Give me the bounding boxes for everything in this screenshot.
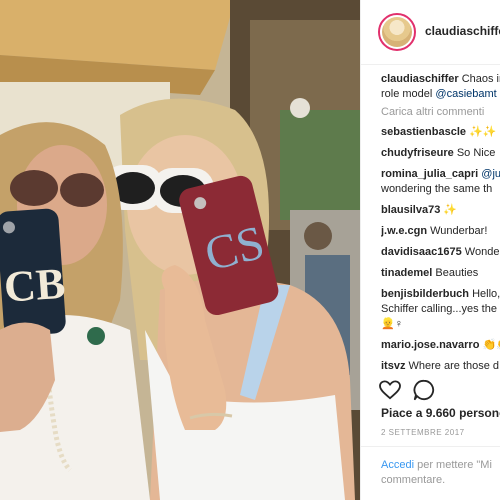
caption: claudiaschiffer Chaos in (381, 72, 500, 87)
login-prompt: Accedi per mettere "Mi commentare. (381, 458, 500, 488)
likes-count[interactable]: Piace a 9.660 persone (381, 406, 500, 420)
load-more-comments[interactable]: Carica altri commenti (381, 105, 500, 120)
login-link[interactable]: Accedi (381, 459, 414, 471)
caption-line-2: role model @casiebamt (381, 87, 500, 102)
comment-continued: Schiffer calling...yes the (381, 303, 497, 315)
comment-username[interactable]: chudyfriseure (381, 147, 454, 159)
comment-text: ✨✨ (469, 126, 497, 138)
comment-row: davidisaac1675 Wonde (381, 245, 500, 260)
photo-image: CS CB (0, 0, 360, 500)
comments-list: claudiaschiffer Chaos in role model @cas… (381, 72, 500, 372)
comment-text: Where are those d (408, 360, 500, 372)
comment-text: Wunderbar! (430, 225, 488, 237)
caption-text-2: role model (381, 88, 433, 100)
comment-text: Wonde (464, 246, 500, 258)
post-side-panel: claudiaschiffer claudiaschiffer Chaos in… (360, 0, 500, 500)
comment-row: romina_julia_capri @ju (381, 167, 500, 182)
login-text: per mettere "Mi (417, 459, 492, 471)
avatar[interactable] (378, 13, 416, 51)
comment-text: Hello, (472, 288, 500, 300)
comment-username[interactable]: romina_julia_capri (381, 168, 478, 180)
comment-text: Beauties (435, 267, 479, 279)
comment-username[interactable]: davidisaac1675 (381, 246, 462, 258)
post-date: 2 SETTEMBRE 2017 (381, 428, 465, 437)
comment-text: 👏👏 (482, 339, 500, 351)
comment-row: j.w.e.cgn Wunderbar! (381, 224, 500, 239)
login-text-2: commentare. (381, 474, 446, 486)
comment-continued: wondering the same th (381, 183, 493, 195)
comment-row: chudyfriseure So Nice (381, 146, 500, 161)
comment-username[interactable]: benjisbilderbuch (381, 288, 469, 300)
comment-mention[interactable]: @ju (481, 168, 500, 180)
post-photo: CS CB (0, 0, 360, 500)
heart-icon[interactable] (379, 380, 401, 400)
comment-text: So Nice (456, 147, 496, 159)
caption-username[interactable]: claudiaschiffer (381, 73, 459, 85)
comment-row: benjisbilderbuch Hello, (381, 287, 500, 302)
comment-username[interactable]: blausilva73 (381, 204, 440, 216)
comment-row: tinademel Beauties (381, 266, 500, 281)
caption-mention[interactable]: @casiebamt (435, 88, 496, 100)
comment-row: blausilva73 ✨ (381, 203, 500, 218)
left-phone-monogram: CB (2, 259, 66, 312)
comment-row: itsvz Where are those d (381, 359, 500, 372)
header-username[interactable]: claudiaschiffer (425, 24, 500, 38)
comment-username[interactable]: tinademel (381, 267, 432, 279)
comment-continued: 👱♀ (381, 318, 403, 330)
comment-icon[interactable] (413, 379, 435, 401)
caption-text: Chaos in (461, 73, 500, 85)
comment-username[interactable]: mario.jose.navarro (381, 339, 479, 351)
comment-username[interactable]: sebastienbascle (381, 126, 466, 138)
comment-row: sebastienbascle ✨✨ (381, 125, 500, 140)
comment-row: mario.jose.navarro 👏👏 (381, 338, 500, 353)
comment-username[interactable]: j.w.e.cgn (381, 225, 427, 237)
comment-username[interactable]: itsvz (381, 360, 405, 372)
post-header: claudiaschiffer (361, 0, 500, 65)
avatar-image (382, 17, 412, 47)
divider (361, 446, 500, 447)
comment-text: ✨ (443, 204, 458, 216)
